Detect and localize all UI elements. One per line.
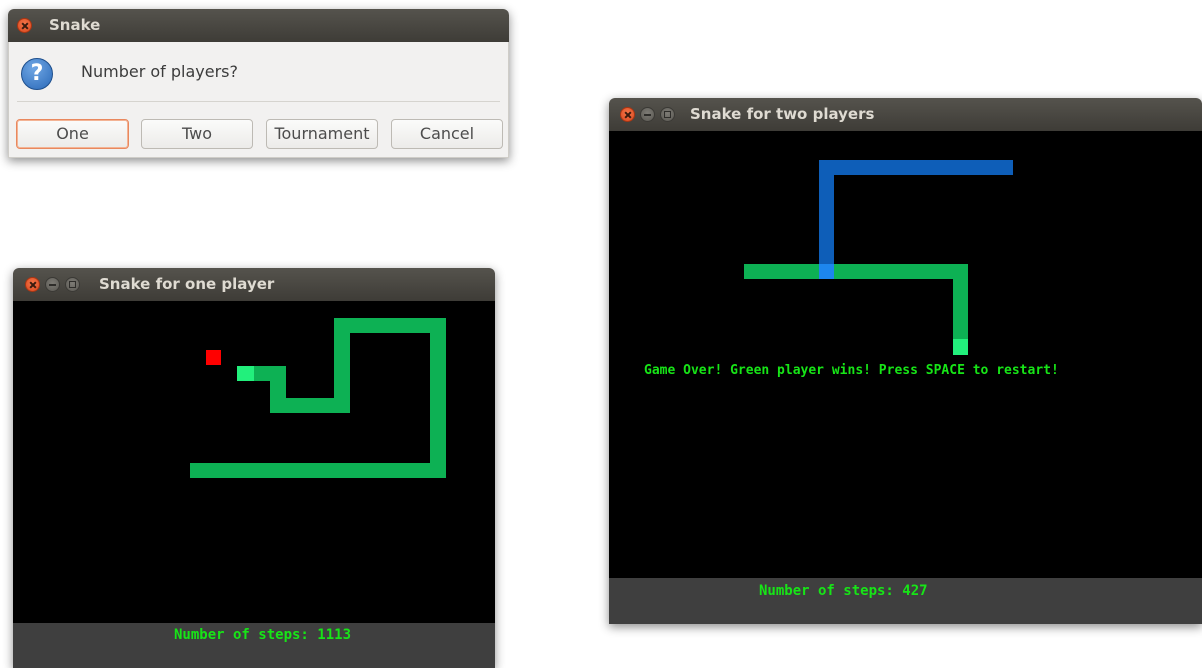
blue-snake-head	[819, 264, 834, 279]
two-player-window: Snake for two players Game Over! Green p…	[609, 98, 1202, 624]
dialog-titlebar: Snake	[8, 9, 509, 42]
game-board[interactable]	[13, 301, 495, 623]
dialog-body: ? Number of players? One Two Tournament …	[8, 42, 509, 158]
tournament-button[interactable]: Tournament	[266, 119, 378, 149]
minimize-icon[interactable]	[45, 277, 60, 292]
one-player-window: Snake for one player Number of steps: 11…	[13, 268, 495, 668]
blue-snake-segment	[819, 160, 834, 279]
one-player-titlebar: Snake for one player	[13, 268, 495, 301]
blue-snake-segment	[819, 160, 1013, 175]
two-button[interactable]: Two	[141, 119, 253, 149]
steps-counter: Number of steps: 1113	[174, 627, 352, 643]
one-button[interactable]: One	[16, 119, 129, 149]
snake-segment	[430, 318, 446, 478]
snake-segment	[190, 463, 446, 478]
dialog-separator	[17, 101, 500, 102]
snake-segment	[254, 366, 270, 381]
status-bar: Number of steps: 427	[609, 578, 1202, 624]
food-item	[206, 350, 221, 365]
maximize-icon[interactable]	[65, 277, 80, 292]
minimize-icon[interactable]	[640, 107, 655, 122]
dialog-question: Number of players?	[81, 62, 238, 81]
close-icon[interactable]	[17, 18, 32, 33]
status-bar: Number of steps: 1113	[13, 623, 495, 668]
close-icon[interactable]	[620, 107, 635, 122]
two-player-titlebar: Snake for two players	[609, 98, 1202, 131]
snake-head	[237, 366, 254, 381]
game-over-message: Game Over! Green player wins! Press SPAC…	[644, 363, 1059, 378]
game-board[interactable]: Game Over! Green player wins! Press SPAC…	[609, 131, 1202, 578]
dialog-title: Snake	[49, 16, 101, 34]
window-title: Snake for one player	[99, 275, 275, 293]
steps-counter: Number of steps: 427	[759, 583, 928, 599]
green-snake-head	[953, 339, 968, 355]
close-icon[interactable]	[25, 277, 40, 292]
cancel-button[interactable]: Cancel	[391, 119, 503, 149]
question-icon: ?	[21, 58, 53, 90]
players-dialog: Snake ? Number of players? One Two Tourn…	[8, 9, 509, 158]
window-title: Snake for two players	[690, 105, 875, 123]
green-snake-segment	[744, 264, 968, 279]
maximize-icon[interactable]	[660, 107, 675, 122]
